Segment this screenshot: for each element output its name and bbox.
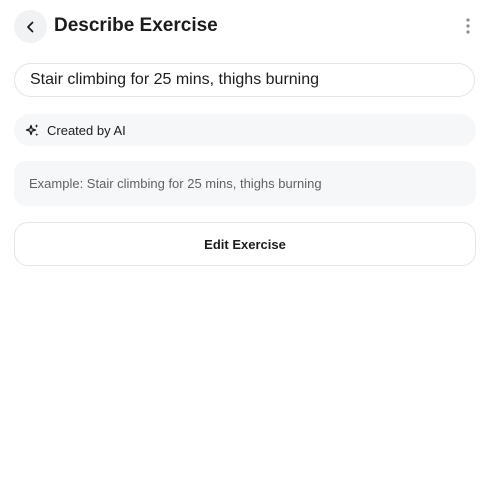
page-title: Describe Exercise	[54, 15, 218, 36]
chevron-left-icon	[24, 20, 38, 34]
example-text: Example: Stair climbing for 25 mins, thi…	[29, 176, 322, 191]
more-vertical-icon	[465, 17, 471, 35]
describe-exercise-screen: Describe Exercise Created by AI Example:…	[0, 0, 490, 500]
back-button[interactable]	[14, 10, 47, 43]
edit-exercise-label: Edit Exercise	[204, 236, 286, 252]
sparkles-icon	[25, 123, 40, 138]
edit-exercise-button[interactable]: Edit Exercise	[14, 222, 476, 266]
example-hint: Example: Stair climbing for 25 mins, thi…	[14, 161, 476, 206]
exercise-description-input[interactable]	[14, 63, 475, 97]
header: Describe Exercise	[0, 0, 490, 52]
ai-badge-label: Created by AI	[47, 122, 126, 138]
created-by-ai-badge: Created by AI	[14, 114, 476, 146]
more-options-button[interactable]	[458, 14, 478, 38]
